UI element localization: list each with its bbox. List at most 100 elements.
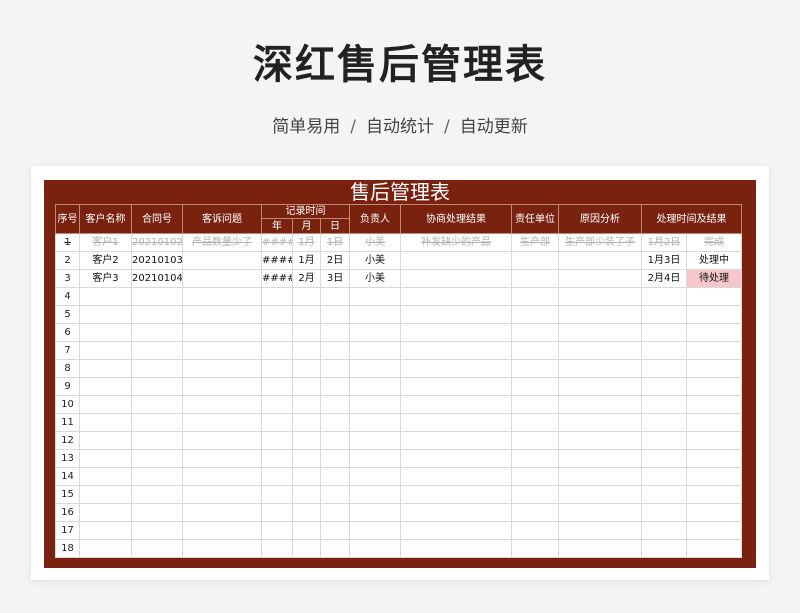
- cell-dept[interactable]: [511, 503, 560, 522]
- cell-year[interactable]: [261, 521, 293, 540]
- cell-contract[interactable]: 20210102: [131, 233, 183, 252]
- cell-dept[interactable]: [511, 413, 560, 432]
- cell-handle-date[interactable]: 2月4日: [641, 269, 688, 288]
- cell-seq[interactable]: 7: [55, 341, 80, 360]
- cell-complaint[interactable]: [182, 413, 262, 432]
- cell-handle-status[interactable]: [686, 377, 743, 396]
- cell-handle-date[interactable]: [641, 413, 688, 432]
- cell-contract[interactable]: [131, 395, 183, 414]
- cell-year[interactable]: [261, 431, 293, 450]
- cell-contract[interactable]: 20210104: [131, 269, 183, 288]
- cell-dept[interactable]: [511, 521, 560, 540]
- cell-cause[interactable]: [558, 251, 643, 270]
- cell-contract[interactable]: [131, 539, 183, 558]
- cell-owner[interactable]: 小美: [349, 269, 402, 288]
- cell-cause[interactable]: [558, 449, 643, 468]
- cell-seq[interactable]: 14: [55, 467, 80, 486]
- cell-complaint[interactable]: [182, 323, 262, 342]
- cell-complaint[interactable]: [182, 449, 262, 468]
- cell-cause[interactable]: [558, 269, 643, 288]
- cell-handle-date[interactable]: [641, 521, 688, 540]
- cell-day[interactable]: [319, 539, 351, 558]
- cell-day[interactable]: [319, 377, 351, 396]
- cell-handle-status[interactable]: [686, 287, 743, 306]
- cell-month[interactable]: [292, 305, 321, 324]
- cell-resolution[interactable]: [400, 305, 513, 324]
- cell-year[interactable]: [261, 305, 293, 324]
- cell-customer[interactable]: [79, 323, 132, 342]
- cell-handle-date[interactable]: [641, 503, 688, 522]
- cell-resolution[interactable]: [400, 449, 513, 468]
- cell-seq[interactable]: 15: [55, 485, 80, 504]
- cell-seq[interactable]: 8: [55, 359, 80, 378]
- cell-dept[interactable]: [511, 377, 560, 396]
- cell-seq[interactable]: 2: [55, 251, 80, 270]
- cell-resolution[interactable]: [400, 251, 513, 270]
- cell-seq[interactable]: 1: [55, 233, 80, 252]
- cell-seq[interactable]: 3: [55, 269, 80, 288]
- cell-handle-date[interactable]: [641, 323, 688, 342]
- cell-complaint[interactable]: [182, 467, 262, 486]
- cell-owner[interactable]: [349, 323, 402, 342]
- cell-complaint[interactable]: [182, 269, 262, 288]
- cell-cause[interactable]: [558, 431, 643, 450]
- cell-handle-date[interactable]: [641, 395, 688, 414]
- cell-handle-status[interactable]: [686, 521, 743, 540]
- cell-owner[interactable]: 小美: [349, 233, 402, 252]
- cell-complaint[interactable]: [182, 377, 262, 396]
- cell-month[interactable]: 1月: [292, 233, 321, 252]
- cell-customer[interactable]: [79, 521, 132, 540]
- cell-customer[interactable]: 客户2: [79, 251, 132, 270]
- cell-dept[interactable]: [511, 251, 560, 270]
- cell-month[interactable]: [292, 431, 321, 450]
- cell-customer[interactable]: [79, 485, 132, 504]
- cell-seq[interactable]: 18: [55, 539, 80, 558]
- cell-complaint[interactable]: [182, 539, 262, 558]
- cell-dept[interactable]: [511, 395, 560, 414]
- cell-cause[interactable]: [558, 413, 643, 432]
- cell-day[interactable]: 1日: [319, 233, 351, 252]
- cell-seq[interactable]: 4: [55, 287, 80, 306]
- cell-dept[interactable]: [511, 539, 560, 558]
- cell-cause[interactable]: [558, 287, 643, 306]
- cell-contract[interactable]: [131, 359, 183, 378]
- cell-year[interactable]: [261, 467, 293, 486]
- cell-resolution[interactable]: [400, 413, 513, 432]
- cell-dept[interactable]: [511, 341, 560, 360]
- cell-day[interactable]: [319, 413, 351, 432]
- cell-resolution[interactable]: [400, 377, 513, 396]
- cell-cause[interactable]: [558, 359, 643, 378]
- cell-cause[interactable]: [558, 395, 643, 414]
- cell-handle-date[interactable]: [641, 359, 688, 378]
- cell-customer[interactable]: 客户3: [79, 269, 132, 288]
- cell-day[interactable]: [319, 449, 351, 468]
- cell-year[interactable]: [261, 503, 293, 522]
- cell-year[interactable]: [261, 359, 293, 378]
- cell-year[interactable]: [261, 323, 293, 342]
- cell-contract[interactable]: [131, 377, 183, 396]
- cell-handle-status[interactable]: [686, 485, 743, 504]
- cell-day[interactable]: [319, 305, 351, 324]
- cell-complaint[interactable]: [182, 431, 262, 450]
- cell-month[interactable]: [292, 377, 321, 396]
- cell-complaint[interactable]: [182, 341, 262, 360]
- cell-handle-status[interactable]: 处理中: [686, 251, 743, 270]
- cell-year[interactable]: [261, 287, 293, 306]
- cell-resolution[interactable]: [400, 539, 513, 558]
- cell-handle-date[interactable]: [641, 449, 688, 468]
- cell-owner[interactable]: [349, 359, 402, 378]
- cell-seq[interactable]: 6: [55, 323, 80, 342]
- cell-resolution[interactable]: 补发缺少的产品: [400, 233, 513, 252]
- cell-day[interactable]: [319, 467, 351, 486]
- cell-handle-status[interactable]: [686, 539, 743, 558]
- cell-day[interactable]: [319, 521, 351, 540]
- cell-cause[interactable]: [558, 539, 643, 558]
- cell-owner[interactable]: [349, 377, 402, 396]
- cell-owner[interactable]: [349, 485, 402, 504]
- cell-seq[interactable]: 11: [55, 413, 80, 432]
- cell-handle-date[interactable]: [641, 287, 688, 306]
- cell-day[interactable]: [319, 395, 351, 414]
- cell-month[interactable]: [292, 521, 321, 540]
- cell-month[interactable]: [292, 323, 321, 342]
- cell-customer[interactable]: [79, 305, 132, 324]
